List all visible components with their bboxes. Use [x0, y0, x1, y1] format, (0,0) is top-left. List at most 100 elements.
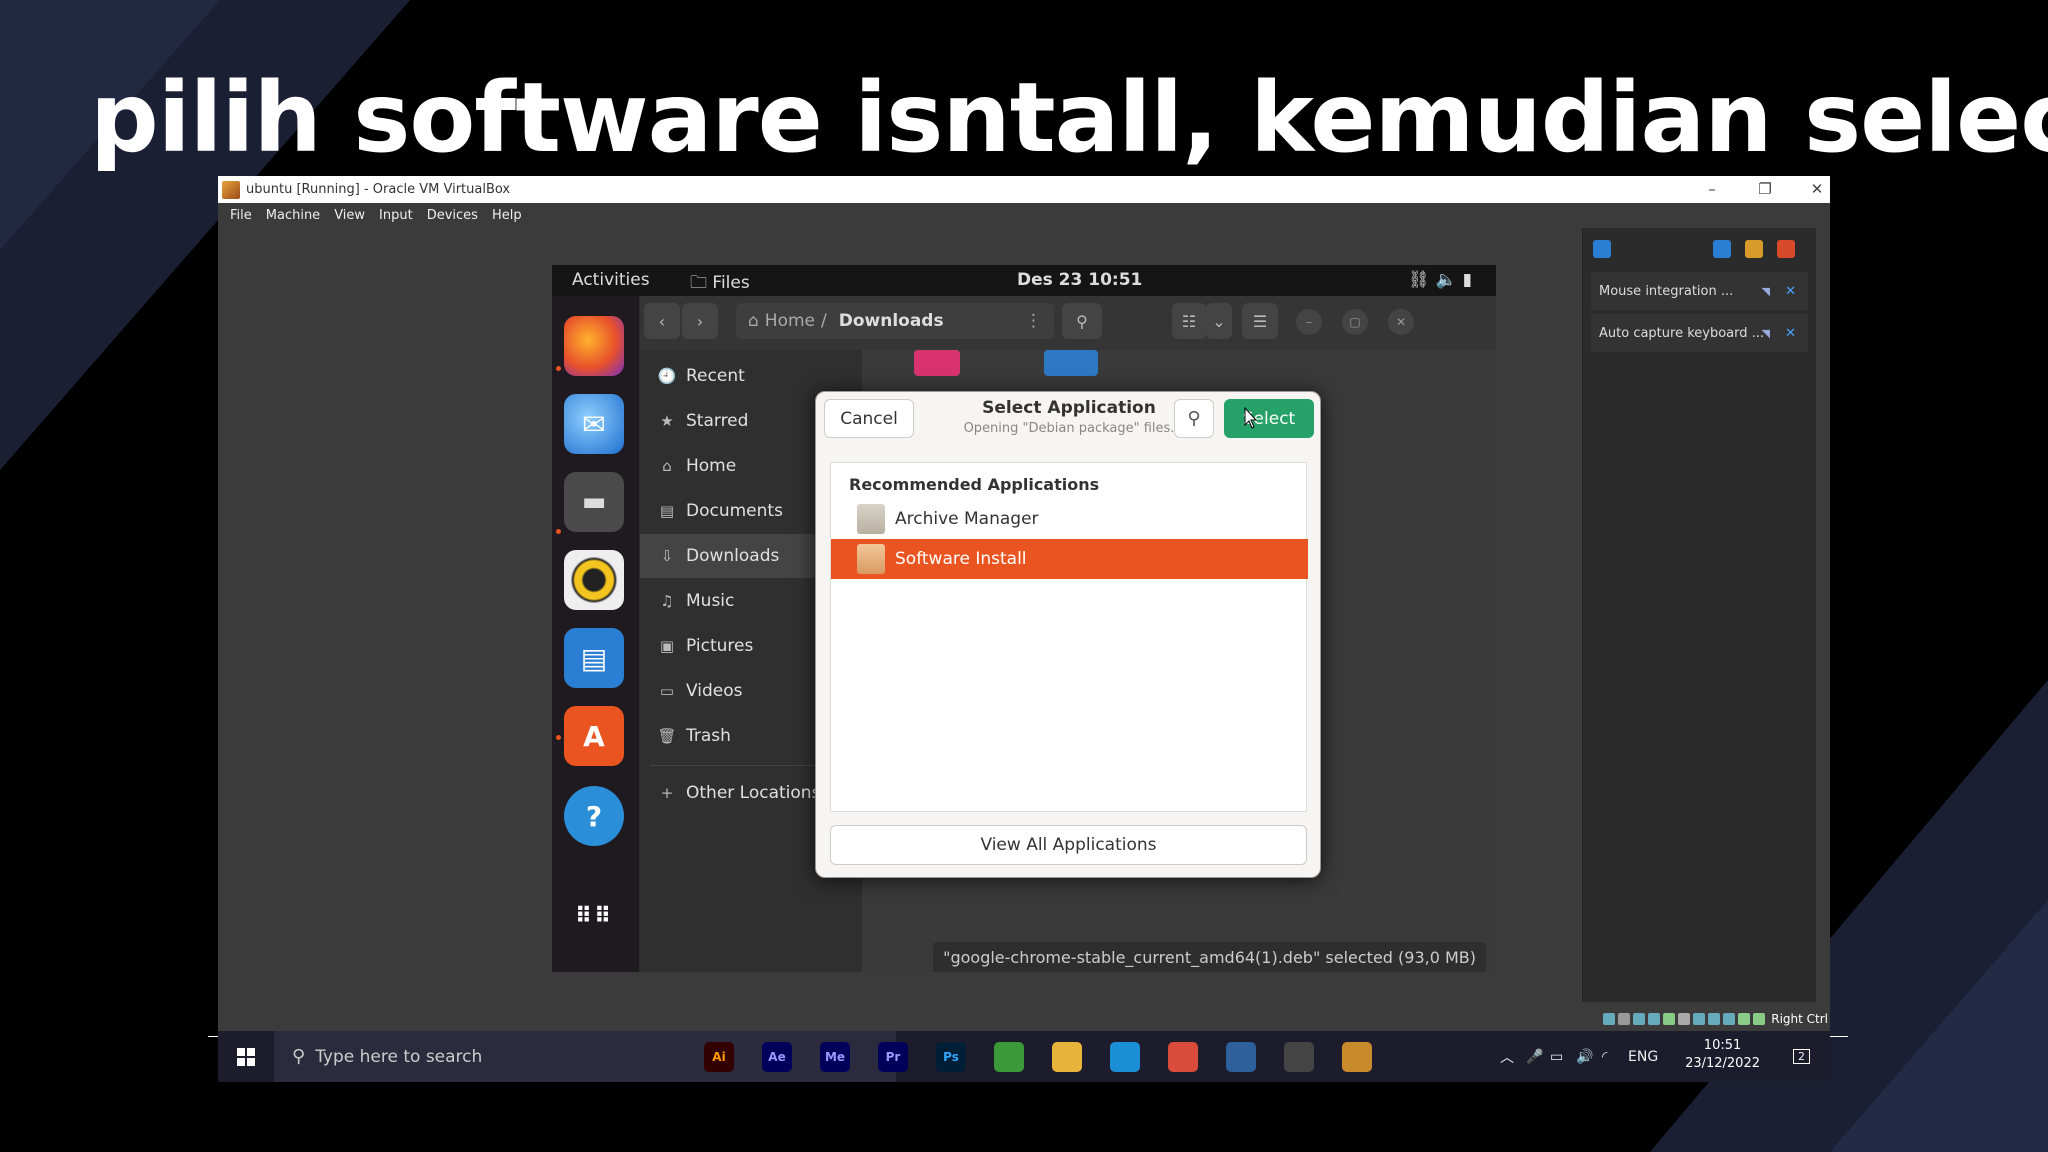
- gnome-top-bar: Activities 🗀 Files Des 23 10:51 ⛓🔈▮: [552, 265, 1496, 296]
- menu-input[interactable]: Input: [379, 208, 413, 223]
- topbar-clock[interactable]: Des 23 10:51: [1017, 270, 1142, 290]
- minimize-icon[interactable]: –: [1296, 309, 1322, 335]
- view-all-applications-button[interactable]: View All Applications: [830, 825, 1307, 865]
- action-center-icon[interactable]: 2: [1793, 1031, 1810, 1082]
- other-locations-icon: +: [660, 784, 674, 802]
- audio-status-icon[interactable]: [1633, 1013, 1646, 1025]
- taskbar-search-box[interactable]: ⚲ Type here to search: [274, 1031, 896, 1082]
- select-button[interactable]: Select: [1224, 399, 1314, 438]
- media-encoder-icon[interactable]: Me: [820, 1042, 850, 1072]
- volume-icon: 🔈: [1435, 270, 1463, 290]
- edge-icon[interactable]: [1110, 1042, 1140, 1072]
- menu-help[interactable]: Help: [492, 208, 522, 223]
- microphone-icon[interactable]: 🎤: [1526, 1031, 1543, 1082]
- volume-icon[interactable]: 🔊: [1576, 1031, 1593, 1082]
- pin-icon[interactable]: ◥: [1762, 285, 1770, 298]
- notification-mouse-integration[interactable]: Mouse integration ... ◥ ✕: [1591, 272, 1808, 310]
- topbar-system-menu[interactable]: ⛓🔈▮: [1408, 270, 1478, 290]
- forward-button[interactable]: ›: [682, 303, 718, 339]
- software-center-icon[interactable]: A: [564, 706, 624, 766]
- notification-auto-capture[interactable]: Auto capture keyboard ... ◥ ✕: [1591, 314, 1808, 352]
- tools-icon[interactable]: [1777, 240, 1795, 258]
- maps-icon[interactable]: [994, 1042, 1024, 1072]
- dialog-search-button[interactable]: ⚲: [1174, 399, 1214, 438]
- start-button[interactable]: [218, 1031, 274, 1082]
- optical-status-icon[interactable]: [1618, 1013, 1631, 1025]
- premiere-icon[interactable]: Pr: [878, 1042, 908, 1072]
- rhythmbox-icon[interactable]: [564, 550, 624, 610]
- recording-status-icon[interactable]: [1708, 1013, 1721, 1025]
- settings-file-thumbnail[interactable]: [1044, 350, 1098, 376]
- taskbar-clock[interactable]: 10:51 23/12/2022: [1685, 1037, 1760, 1073]
- back-button[interactable]: ‹: [644, 303, 680, 339]
- app-menu-label: Files: [712, 273, 750, 293]
- virtualbox-manager-icon[interactable]: [1226, 1042, 1256, 1072]
- language-indicator[interactable]: ENG: [1628, 1031, 1658, 1082]
- restore-button[interactable]: ❐: [1745, 176, 1785, 203]
- illustrator-icon[interactable]: Ai: [704, 1042, 734, 1072]
- writer-icon[interactable]: ▤: [564, 628, 624, 688]
- firefox-icon[interactable]: [564, 316, 624, 376]
- dismiss-icon[interactable]: ✕: [1785, 326, 1796, 341]
- notification-label: Auto capture keyboard ...: [1599, 325, 1765, 341]
- menu-devices[interactable]: Devices: [427, 208, 478, 223]
- app-row-software-install[interactable]: Software Install: [831, 539, 1308, 579]
- file-explorer-icon[interactable]: [1052, 1042, 1082, 1072]
- app-grid-icon[interactable]: ⠿⠿: [564, 886, 624, 946]
- vm-status-bar: Right Ctrl: [1603, 1010, 1828, 1028]
- file-thumbnail[interactable]: [914, 350, 960, 376]
- path-current[interactable]: Downloads: [839, 311, 944, 331]
- wifi-icon[interactable]: ◜: [1602, 1031, 1607, 1082]
- edit-icon[interactable]: [1745, 240, 1763, 258]
- path-bar[interactable]: ⌂ Home / Downloads ⋮: [736, 303, 1054, 339]
- display-status-icon[interactable]: [1693, 1013, 1706, 1025]
- maximize-icon[interactable]: ▢: [1342, 309, 1368, 335]
- home-icon: ⌂: [662, 457, 672, 475]
- close-button[interactable]: ✕: [1797, 176, 1837, 203]
- pin-icon[interactable]: ◥: [1762, 327, 1770, 340]
- usb-status-icon[interactable]: [1663, 1013, 1676, 1025]
- after-effects-icon[interactable]: Ae: [762, 1042, 792, 1072]
- path-menu-icon[interactable]: ⋮: [1025, 311, 1042, 331]
- network-status-icon[interactable]: [1648, 1013, 1661, 1025]
- hdd-status-icon[interactable]: [1603, 1013, 1616, 1025]
- files-header-bar: ‹ › ⌂ Home / Downloads ⋮ ⚲ ☷ ⌄ ☰ – ▢ ✕: [640, 296, 1496, 350]
- main-menu-button[interactable]: ☰: [1242, 303, 1278, 339]
- close-icon[interactable]: ✕: [1388, 309, 1414, 335]
- view-options-button[interactable]: ⌄: [1206, 303, 1232, 339]
- vm-notification-panel: Mouse integration ... ◥ ✕ Auto capture k…: [1582, 228, 1816, 1002]
- menu-machine[interactable]: Machine: [266, 208, 320, 223]
- chrome-icon[interactable]: [1168, 1042, 1198, 1072]
- help-icon[interactable]: ?: [564, 786, 624, 846]
- sidebar-item-label: Downloads: [686, 546, 780, 566]
- thunderbird-icon[interactable]: ✉: [564, 394, 624, 454]
- shared-folder-status-icon[interactable]: [1678, 1013, 1691, 1025]
- view-list-button[interactable]: ☷: [1172, 303, 1206, 339]
- list-icon[interactable]: [1713, 240, 1731, 258]
- photoshop-icon[interactable]: Ps: [936, 1042, 966, 1072]
- mouse-status-icon[interactable]: [1738, 1013, 1751, 1025]
- presentation-slide: pilih software isntall, kemudian select …: [0, 0, 2048, 1152]
- dismiss-icon[interactable]: ✕: [1785, 284, 1796, 299]
- path-home[interactable]: Home: [765, 311, 815, 331]
- files-icon[interactable]: ▬: [564, 472, 624, 532]
- software-install-icon: [857, 544, 885, 574]
- search-button[interactable]: ⚲: [1062, 303, 1102, 339]
- recorder-icon[interactable]: [1284, 1042, 1314, 1072]
- battery-icon[interactable]: ▭: [1550, 1031, 1563, 1082]
- show-hidden-icons-icon[interactable]: ︿: [1500, 1031, 1514, 1082]
- slide-rule-right: [1830, 1036, 1848, 1037]
- minimize-button[interactable]: –: [1692, 176, 1732, 203]
- activities-button[interactable]: Activities: [572, 270, 650, 290]
- keyboard-status-icon[interactable]: [1753, 1013, 1766, 1025]
- app-row-archive-manager[interactable]: Archive Manager: [831, 499, 1308, 539]
- message-icon[interactable]: [1593, 240, 1611, 258]
- app-menu-files[interactable]: 🗀 Files: [690, 270, 750, 299]
- virtualbox-vm-icon[interactable]: [1342, 1042, 1372, 1072]
- taskbar-date: 23/12/2022: [1685, 1056, 1760, 1071]
- cpu-status-icon[interactable]: [1723, 1013, 1736, 1025]
- menu-file[interactable]: File: [230, 208, 252, 223]
- notification-count: 2: [1793, 1049, 1810, 1064]
- ubuntu-dock: ✉ ▬ ▤ A ? ⠿⠿: [552, 296, 639, 972]
- menu-view[interactable]: View: [334, 208, 365, 223]
